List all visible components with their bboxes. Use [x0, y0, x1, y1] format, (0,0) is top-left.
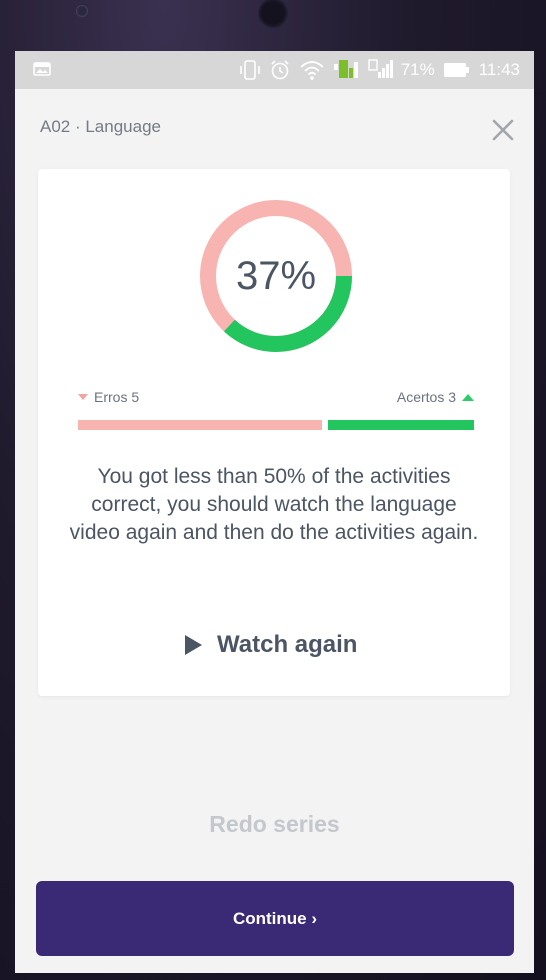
vibrate-icon [239, 60, 260, 80]
errors-bar [78, 420, 322, 430]
phone-sensor [258, 0, 288, 28]
status-icons: 71% 11:43 [239, 51, 520, 89]
watch-again-button[interactable]: Watch again [183, 627, 357, 663]
battery-percent: 71% [400, 60, 435, 79]
play-icon [185, 635, 202, 655]
errors-legend: Erros 5 [78, 389, 139, 405]
signal-sim2-icon [367, 59, 393, 78]
wifi-icon [300, 61, 324, 80]
score-percent: 37% [235, 253, 317, 298]
phone-camera [76, 5, 88, 17]
correct-label: Acertos 3 [396, 389, 456, 405]
status-bar: 71% 11:43 [15, 51, 534, 89]
watch-again-label: Watch again [217, 631, 358, 658]
signal-sim1-icon [333, 60, 358, 78]
continue-label: Continue › [232, 908, 318, 928]
correct-bar [327, 420, 474, 430]
continue-button[interactable]: Continue › [36, 881, 514, 956]
battery-icon [443, 63, 469, 77]
errors-label: Erros 5 [94, 389, 140, 405]
page-title: A02 · Language [40, 117, 161, 136]
redo-series-button[interactable]: Redo series [15, 811, 534, 838]
score-legend: Erros 5 Acertos 3 [78, 389, 474, 409]
arrow-up-icon [462, 393, 474, 401]
close-icon[interactable] [490, 117, 516, 143]
result-message: You got less than 50% of the activities … [69, 465, 479, 544]
result-card: 37% Erros 5 Acertos 3 You got less than … [38, 169, 510, 696]
gallery-notification-icon [33, 62, 51, 76]
correct-legend: Acertos 3 [397, 389, 474, 405]
header: A02 · Language [15, 89, 534, 169]
app-screen: 71% 11:43 A02 · Language 37% Erros 5 Ace… [15, 51, 534, 973]
arrow-down-icon [78, 394, 88, 400]
clock: 11:43 [478, 60, 520, 79]
score-bar [78, 420, 474, 430]
alarm-icon [271, 60, 289, 80]
